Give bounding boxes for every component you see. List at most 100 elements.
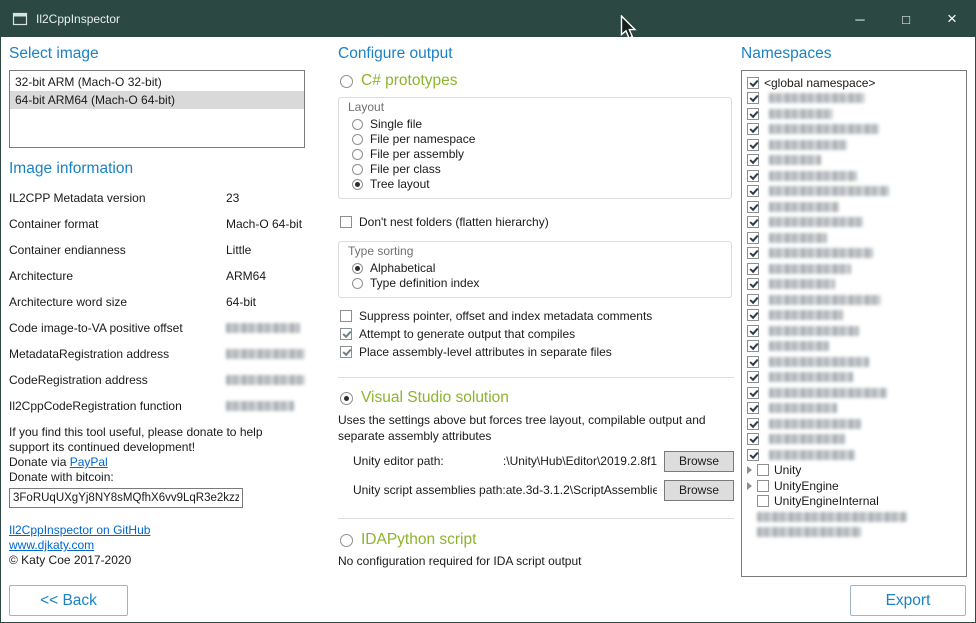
type-sorting-option-row[interactable]: Alphabetical xyxy=(352,261,723,276)
namespace-checkbox[interactable] xyxy=(747,247,759,259)
namespace-item[interactable] xyxy=(747,91,966,107)
csharp-radio[interactable] xyxy=(340,75,353,88)
namespace-item[interactable] xyxy=(747,199,966,215)
namespace-checkbox[interactable] xyxy=(747,185,759,197)
layout-option-row[interactable]: Single file xyxy=(352,117,723,132)
namespaces-list[interactable]: <global namespace> xyxy=(741,70,967,577)
namespace-item[interactable] xyxy=(747,246,966,262)
namespace-item[interactable] xyxy=(747,385,966,401)
namespace-item[interactable] xyxy=(747,230,966,246)
radio-icon[interactable] xyxy=(352,119,363,130)
namespace-checkbox[interactable] xyxy=(747,371,759,383)
namespace-item[interactable] xyxy=(747,447,966,463)
radio-icon[interactable] xyxy=(352,179,363,190)
namespace-item[interactable] xyxy=(747,261,966,277)
namespace-checkbox[interactable] xyxy=(747,433,759,445)
vs-solution-radio[interactable] xyxy=(340,392,353,405)
export-button[interactable]: Export xyxy=(850,585,966,616)
radio-icon[interactable] xyxy=(352,278,363,289)
option-checkbox[interactable] xyxy=(340,310,352,322)
idapython-script-option[interactable]: IDAPython script xyxy=(340,530,734,550)
close-button-icon[interactable]: × xyxy=(929,1,975,37)
namespace-item[interactable] xyxy=(747,153,966,169)
namespace-checkbox[interactable] xyxy=(747,139,759,151)
browse-script-button[interactable]: Browse xyxy=(664,480,734,501)
namespace-checkbox[interactable] xyxy=(747,108,759,120)
namespace-checkbox[interactable] xyxy=(747,340,759,352)
radio-icon[interactable] xyxy=(352,134,363,145)
namespace-checkbox[interactable] xyxy=(747,123,759,135)
namespace-item[interactable] xyxy=(747,509,966,525)
minimize-button-icon[interactable]: ─ xyxy=(837,1,883,37)
namespace-checkbox[interactable] xyxy=(747,154,759,166)
namespace-checkbox[interactable] xyxy=(747,216,759,228)
namespace-checkbox[interactable] xyxy=(747,294,759,306)
namespace-item[interactable] xyxy=(747,401,966,417)
namespace-checkbox[interactable] xyxy=(747,92,759,104)
namespace-item[interactable] xyxy=(747,525,966,541)
namespace-item[interactable] xyxy=(747,137,966,153)
namespace-checkbox[interactable] xyxy=(747,263,759,275)
bitcoin-address-input[interactable] xyxy=(9,488,243,508)
namespace-item[interactable] xyxy=(747,292,966,308)
option-checkbox[interactable] xyxy=(340,346,352,358)
type-sorting-option-row[interactable]: Type definition index xyxy=(352,276,723,291)
namespace-checkbox[interactable] xyxy=(757,464,769,476)
expander-icon[interactable] xyxy=(747,482,752,490)
namespace-item[interactable]: <global namespace> xyxy=(747,75,966,91)
namespace-item[interactable]: UnityEngineInternal xyxy=(747,494,966,510)
layout-option-row[interactable]: File per namespace xyxy=(352,132,723,147)
namespace-item[interactable] xyxy=(747,122,966,138)
namespace-checkbox[interactable] xyxy=(747,402,759,414)
namespace-item[interactable] xyxy=(747,106,966,122)
namespace-checkbox[interactable] xyxy=(747,232,759,244)
option-checkbox-row[interactable]: Suppress pointer, offset and index metad… xyxy=(340,308,734,324)
namespace-item[interactable] xyxy=(747,323,966,339)
option-checkbox[interactable] xyxy=(340,328,352,340)
radio-icon[interactable] xyxy=(352,149,363,160)
namespace-checkbox[interactable] xyxy=(747,77,759,89)
namespace-checkbox[interactable] xyxy=(747,201,759,213)
image-list-item[interactable]: 64-bit ARM64 (Mach-O 64-bit) xyxy=(10,91,304,109)
layout-option-row[interactable]: Tree layout xyxy=(352,177,723,192)
ida-radio[interactable] xyxy=(340,534,353,547)
namespace-item[interactable] xyxy=(747,370,966,386)
website-link[interactable]: www.djkaty.com xyxy=(9,538,94,553)
namespace-checkbox[interactable] xyxy=(747,309,759,321)
namespace-checkbox[interactable] xyxy=(757,495,769,507)
namespace-item[interactable]: Unity xyxy=(747,463,966,479)
option-checkbox-row[interactable]: Place assembly-level attributes in separ… xyxy=(340,344,734,360)
namespace-checkbox[interactable] xyxy=(747,418,759,430)
csharp-prototypes-option[interactable]: C# prototypes xyxy=(340,71,734,91)
namespace-checkbox[interactable] xyxy=(747,449,759,461)
namespace-item[interactable] xyxy=(747,277,966,293)
radio-icon[interactable] xyxy=(352,263,363,274)
image-list-item[interactable]: 32-bit ARM (Mach-O 32-bit) xyxy=(10,73,304,91)
namespace-checkbox[interactable] xyxy=(757,480,769,492)
namespace-item[interactable] xyxy=(747,215,966,231)
namespace-checkbox[interactable] xyxy=(747,170,759,182)
maximize-button-icon[interactable]: □ xyxy=(883,1,929,37)
back-button[interactable]: << Back xyxy=(9,585,128,616)
layout-option-row[interactable]: File per class xyxy=(352,162,723,177)
namespace-item[interactable] xyxy=(747,354,966,370)
github-link[interactable]: Il2CppInspector on GitHub xyxy=(9,523,150,538)
option-checkbox-row[interactable]: Attempt to generate output that compiles xyxy=(340,326,734,342)
namespace-checkbox[interactable] xyxy=(747,387,759,399)
namespace-checkbox[interactable] xyxy=(747,356,759,368)
paypal-link[interactable]: PayPal xyxy=(70,455,108,469)
namespace-checkbox[interactable] xyxy=(747,278,759,290)
browse-editor-button[interactable]: Browse xyxy=(664,451,734,472)
namespace-item[interactable] xyxy=(747,168,966,184)
namespace-item[interactable] xyxy=(747,184,966,200)
namespace-item[interactable]: UnityEngine xyxy=(747,478,966,494)
namespace-item[interactable] xyxy=(747,308,966,324)
flatten-checkbox[interactable] xyxy=(340,216,352,228)
namespace-item[interactable] xyxy=(747,432,966,448)
layout-option-row[interactable]: File per assembly xyxy=(352,147,723,162)
expander-icon[interactable] xyxy=(747,466,752,474)
image-list[interactable]: 32-bit ARM (Mach-O 32-bit) 64-bit ARM64 … xyxy=(9,70,305,148)
visual-studio-solution-option[interactable]: Visual Studio solution xyxy=(340,388,734,408)
namespace-item[interactable] xyxy=(747,339,966,355)
radio-icon[interactable] xyxy=(352,164,363,175)
